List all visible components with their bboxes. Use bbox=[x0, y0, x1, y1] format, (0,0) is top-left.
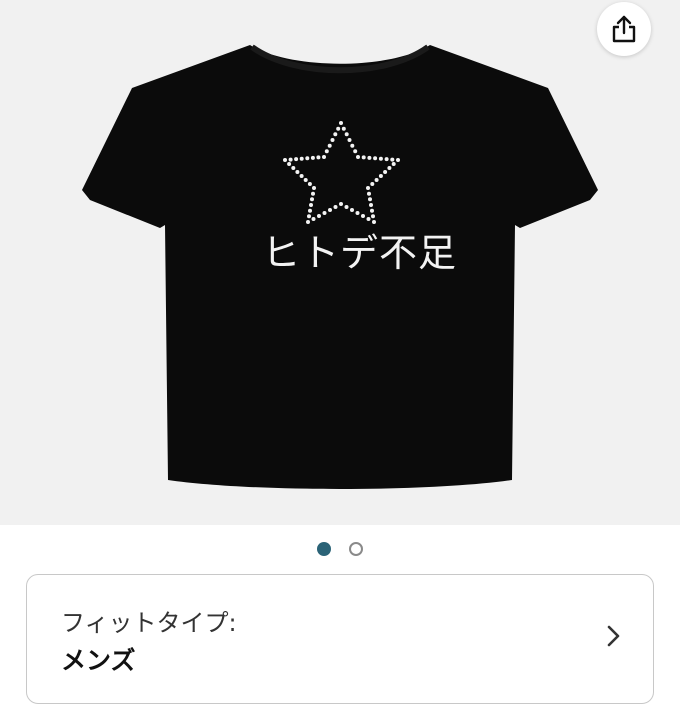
star-dot bbox=[294, 157, 299, 162]
star-dot bbox=[356, 155, 360, 159]
fit-type-label: フィットタイプ: bbox=[61, 609, 237, 637]
star-dot bbox=[283, 158, 287, 162]
star-dot bbox=[366, 186, 370, 190]
star-dot bbox=[287, 162, 292, 166]
star-dot bbox=[370, 208, 374, 213]
star-dot bbox=[310, 155, 315, 160]
star-dot bbox=[344, 132, 349, 137]
star-dot bbox=[316, 155, 321, 160]
star-dot bbox=[396, 158, 400, 162]
star-dot bbox=[341, 126, 346, 131]
star-dot bbox=[299, 174, 304, 178]
star-dot bbox=[327, 143, 332, 148]
star-dot bbox=[309, 203, 313, 207]
star-dot bbox=[328, 208, 332, 212]
fit-type-selector[interactable]: フィットタイプ: メンズ bbox=[26, 574, 654, 704]
star-dot bbox=[307, 182, 312, 186]
share-icon bbox=[612, 15, 636, 43]
star-dot bbox=[307, 214, 311, 219]
star-dot bbox=[311, 191, 315, 196]
product-image[interactable]: ヒトデ不足 bbox=[0, 0, 680, 525]
star-dot bbox=[361, 214, 365, 218]
star-dot bbox=[333, 205, 338, 209]
star-dot bbox=[288, 157, 293, 162]
star-dot bbox=[350, 143, 355, 148]
star-dot bbox=[299, 156, 304, 161]
chevron-right-icon bbox=[607, 625, 620, 647]
star-dot bbox=[355, 211, 360, 215]
star-dot bbox=[311, 217, 316, 221]
star-dot bbox=[350, 208, 354, 212]
star-dot bbox=[373, 156, 378, 161]
pagination-dot-active[interactable] bbox=[317, 542, 331, 556]
star-dot bbox=[305, 156, 310, 161]
star-dot bbox=[391, 162, 396, 166]
star-dot bbox=[336, 126, 341, 131]
star-dot bbox=[333, 132, 338, 137]
star-dot bbox=[383, 170, 388, 174]
shirt-print-text: ヒトデ不足 bbox=[262, 231, 458, 275]
star-dot bbox=[370, 182, 375, 186]
star-dot bbox=[384, 157, 389, 162]
star-dot bbox=[324, 149, 329, 154]
star-dot bbox=[344, 205, 349, 209]
star-dot bbox=[317, 214, 321, 218]
star-dot bbox=[378, 156, 383, 161]
star-dot bbox=[371, 214, 375, 219]
star-dot bbox=[339, 121, 343, 125]
star-dot bbox=[322, 155, 326, 159]
star-dot bbox=[322, 211, 327, 215]
star-dot bbox=[369, 203, 373, 207]
star-dot bbox=[339, 202, 343, 206]
star-dot bbox=[374, 178, 379, 182]
star-dot bbox=[308, 208, 312, 213]
pagination-dot[interactable] bbox=[349, 542, 363, 556]
star-dot bbox=[366, 217, 371, 221]
star-dot bbox=[368, 197, 372, 202]
star-dot bbox=[310, 197, 314, 202]
star-dot bbox=[390, 157, 395, 162]
gallery-pagination bbox=[0, 535, 680, 563]
star-dot bbox=[291, 166, 296, 170]
star-dot bbox=[312, 186, 316, 190]
star-dot bbox=[353, 149, 358, 154]
star-dot bbox=[303, 178, 308, 182]
star-dot bbox=[367, 155, 372, 160]
fit-type-value: メンズ bbox=[61, 646, 136, 675]
star-dot bbox=[361, 155, 366, 160]
star-dot bbox=[367, 191, 371, 196]
star-dot bbox=[295, 170, 300, 174]
share-button[interactable] bbox=[597, 2, 651, 56]
star-dot bbox=[330, 138, 335, 142]
star-dot bbox=[387, 166, 392, 170]
star-dot bbox=[378, 174, 383, 178]
star-dot bbox=[347, 138, 352, 142]
